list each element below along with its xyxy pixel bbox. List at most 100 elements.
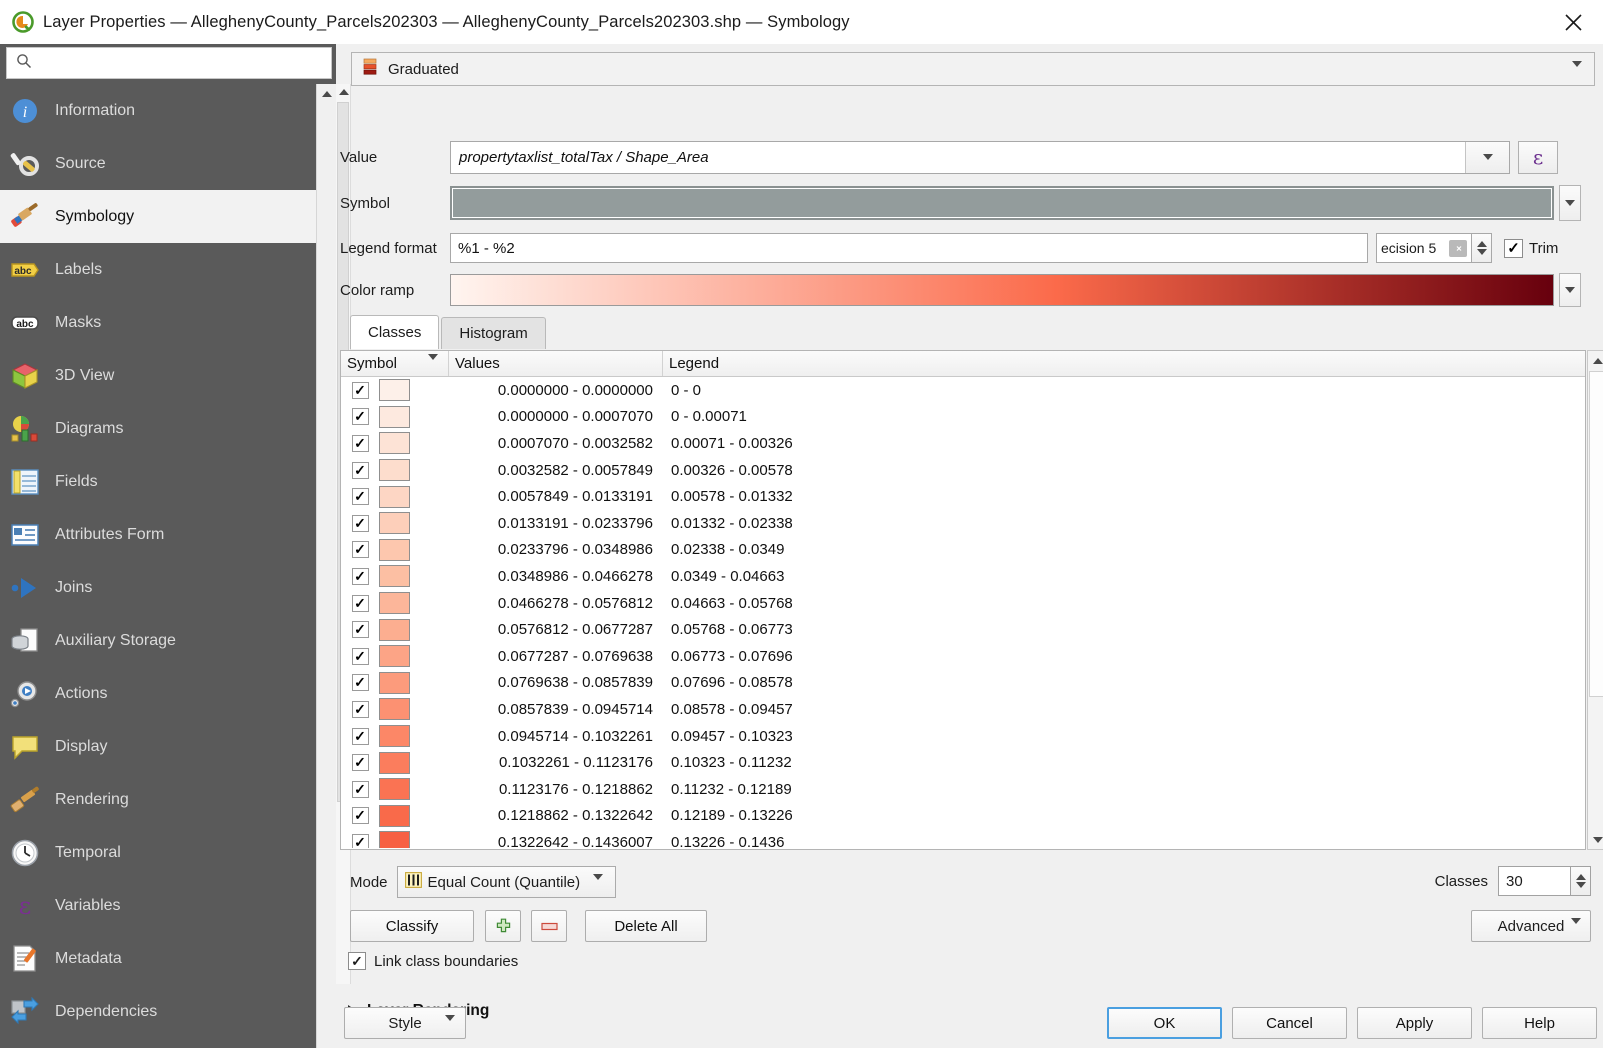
table-row[interactable]: ✓ 0.0032582 - 0.0057849 0.00326 - 0.00578 <box>341 457 1585 484</box>
table-row[interactable]: ✓ 0.0769638 - 0.0857839 0.07696 - 0.08578 <box>341 670 1585 697</box>
color-ramp-dropdown-button[interactable] <box>1559 273 1581 307</box>
table-scroll-down-arrow[interactable] <box>1588 830 1603 849</box>
class-visible-checkbox[interactable]: ✓ <box>351 434 369 452</box>
class-visible-checkbox[interactable]: ✓ <box>351 381 369 399</box>
sidebar-item-attributes-form[interactable]: Attributes Form <box>0 508 322 561</box>
color-ramp-preview[interactable] <box>450 274 1554 306</box>
class-values[interactable]: 0.1322642 - 0.1436007 <box>449 834 663 848</box>
sidebar-scrollbar[interactable] <box>316 84 337 1048</box>
class-color-swatch[interactable] <box>379 379 410 402</box>
link-class-boundaries-checkbox[interactable]: ✓ <box>348 952 366 970</box>
sidebar-item-3d-view[interactable]: 3D View <box>0 349 322 402</box>
class-color-swatch[interactable] <box>379 459 410 482</box>
table-row[interactable]: ✓ 0.0945714 - 0.1032261 0.09457 - 0.10323 <box>341 723 1585 750</box>
class-color-swatch[interactable] <box>379 538 410 561</box>
class-color-swatch[interactable] <box>379 751 410 774</box>
sidebar-item-information[interactable]: i Information <box>0 84 322 137</box>
class-legend[interactable]: 0.00578 - 0.01332 <box>663 488 793 505</box>
class-color-swatch[interactable] <box>379 804 410 827</box>
class-visible-checkbox[interactable]: ✓ <box>351 807 369 825</box>
help-button[interactable]: Help <box>1482 1007 1597 1039</box>
class-values[interactable]: 0.0857839 - 0.0945714 <box>449 701 663 718</box>
class-visible-checkbox[interactable]: ✓ <box>351 408 369 426</box>
search-box[interactable] <box>6 47 332 79</box>
sidebar-item-fields[interactable]: Fields <box>0 455 322 508</box>
precision-input[interactable]: ecision 5 <box>1376 233 1472 263</box>
class-visible-checkbox[interactable]: ✓ <box>351 488 369 506</box>
ok-button[interactable]: OK <box>1107 1007 1222 1039</box>
class-color-swatch[interactable] <box>379 592 410 615</box>
table-row[interactable]: ✓ 0.0677287 - 0.0769638 0.06773 - 0.07696 <box>341 643 1585 670</box>
sidebar-item-temporal[interactable]: Temporal <box>0 826 322 879</box>
class-values[interactable]: 0.0133191 - 0.0233796 <box>449 515 663 532</box>
class-visible-checkbox[interactable]: ✓ <box>351 567 369 585</box>
class-color-swatch[interactable] <box>379 405 410 428</box>
class-color-swatch[interactable] <box>379 698 410 721</box>
symbol-preview-button[interactable] <box>450 186 1554 220</box>
class-values[interactable]: 0.0032582 - 0.0057849 <box>449 462 663 479</box>
precision-stepper[interactable] <box>1472 233 1492 263</box>
class-color-swatch[interactable] <box>379 485 410 508</box>
class-legend[interactable]: 0.11232 - 0.12189 <box>663 781 792 798</box>
class-legend[interactable]: 0.09457 - 0.10323 <box>663 728 793 745</box>
class-values[interactable]: 0.0233796 - 0.0348986 <box>449 541 663 558</box>
table-row[interactable]: ✓ 0.0857839 - 0.0945714 0.08578 - 0.09457 <box>341 696 1585 723</box>
class-legend[interactable]: 0 - 0.00071 <box>663 408 747 425</box>
remove-class-button[interactable] <box>531 910 567 942</box>
class-legend[interactable]: 0.00071 - 0.00326 <box>663 435 793 452</box>
tab-histogram[interactable]: Histogram <box>441 317 546 349</box>
class-values[interactable]: 0.0945714 - 0.1032261 <box>449 728 663 745</box>
link-class-boundaries-row[interactable]: ✓ Link class boundaries <box>348 952 518 970</box>
table-row[interactable]: ✓ 0.0000000 - 0.0007070 0 - 0.00071 <box>341 404 1585 431</box>
panel-scroll-up-arrow[interactable] <box>337 84 350 99</box>
table-row[interactable]: ✓ 0.0057849 - 0.0133191 0.00578 - 0.01332 <box>341 483 1585 510</box>
close-icon[interactable] <box>1543 0 1603 44</box>
sidebar-item-diagrams[interactable]: Diagrams <box>0 402 322 455</box>
classify-button[interactable]: Classify <box>350 910 474 942</box>
sidebar-item-variables[interactable]: ε Variables <box>0 879 322 932</box>
class-color-swatch[interactable] <box>379 831 410 848</box>
class-legend[interactable]: 0.00326 - 0.00578 <box>663 462 793 479</box>
sidebar-item-rendering[interactable]: Rendering <box>0 773 322 826</box>
table-row[interactable]: ✓ 0.0007070 - 0.0032582 0.00071 - 0.00326 <box>341 430 1585 457</box>
class-values[interactable]: 0.1032261 - 0.1123176 <box>449 754 663 771</box>
class-values[interactable]: 0.0466278 - 0.0576812 <box>449 595 663 612</box>
sidebar-item-display[interactable]: Display <box>0 720 322 773</box>
sidebar-item-labels[interactable]: abc Labels <box>0 243 322 296</box>
sidebar-item-metadata[interactable]: Metadata <box>0 932 322 985</box>
class-values[interactable]: 0.0007070 - 0.0032582 <box>449 435 663 452</box>
table-row[interactable]: ✓ 0.0233796 - 0.0348986 0.02338 - 0.0349 <box>341 537 1585 564</box>
sidebar-item-symbology[interactable]: Symbology <box>0 190 322 243</box>
expression-epsilon-icon[interactable]: ε <box>1518 140 1558 174</box>
sidebar-item-auxiliary-storage[interactable]: Auxiliary Storage <box>0 614 322 667</box>
class-visible-checkbox[interactable]: ✓ <box>351 700 369 718</box>
sidebar-item-source[interactable]: Source <box>0 137 322 190</box>
table-row[interactable]: ✓ 0.0348986 - 0.0466278 0.0349 - 0.04663 <box>341 563 1585 590</box>
class-legend[interactable]: 0.07696 - 0.08578 <box>663 674 793 691</box>
class-color-swatch[interactable] <box>379 432 410 455</box>
class-visible-checkbox[interactable]: ✓ <box>351 514 369 532</box>
classes-count-input[interactable]: 30 <box>1498 866 1571 896</box>
class-values[interactable]: 0.0000000 - 0.0000000 <box>449 382 663 399</box>
class-legend[interactable]: 0.08578 - 0.09457 <box>663 701 793 718</box>
classes-count-stepper[interactable] <box>1571 866 1591 896</box>
class-legend[interactable]: 0.01332 - 0.02338 <box>663 515 793 532</box>
class-legend[interactable]: 0.10323 - 0.11232 <box>663 754 792 771</box>
symbol-dropdown-button[interactable] <box>1559 185 1581 221</box>
class-visible-checkbox[interactable]: ✓ <box>351 621 369 639</box>
trim-checkbox[interactable]: ✓ <box>1504 238 1523 258</box>
class-values[interactable]: 0.0000000 - 0.0007070 <box>449 408 663 425</box>
class-visible-checkbox[interactable]: ✓ <box>351 727 369 745</box>
sidebar-scroll-up-arrow[interactable] <box>317 84 337 104</box>
delete-all-button[interactable]: Delete All <box>585 910 707 942</box>
class-color-swatch[interactable] <box>379 778 410 801</box>
class-legend[interactable]: 0.05768 - 0.06773 <box>663 621 793 638</box>
class-legend[interactable]: 0.04663 - 0.05768 <box>663 595 793 612</box>
legend-format-input[interactable] <box>450 233 1368 263</box>
table-scroll-up-arrow[interactable] <box>1588 351 1603 370</box>
value-dropdown-button[interactable] <box>1465 141 1509 173</box>
class-visible-checkbox[interactable]: ✓ <box>351 754 369 772</box>
class-legend[interactable]: 0 - 0 <box>663 382 701 399</box>
table-row[interactable]: ✓ 0.0133191 - 0.0233796 0.01332 - 0.02338 <box>341 510 1585 537</box>
class-visible-checkbox[interactable]: ✓ <box>351 647 369 665</box>
